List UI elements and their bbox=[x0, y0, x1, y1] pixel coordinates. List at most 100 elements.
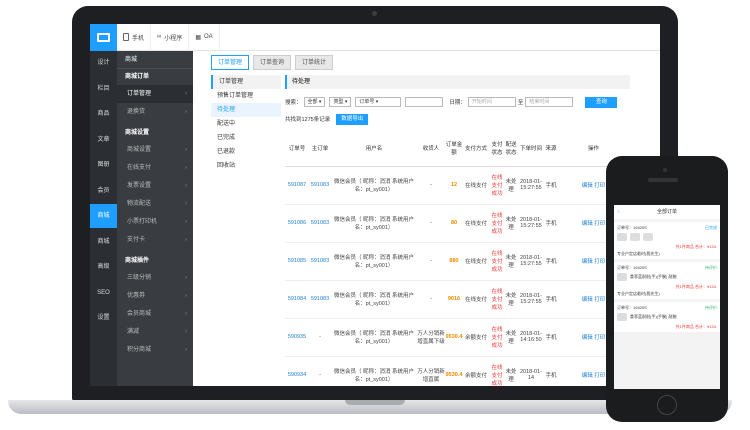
nav-members[interactable]: 会员 bbox=[90, 179, 117, 203]
query-button[interactable]: 查询 bbox=[585, 96, 618, 108]
record-count-row: 共找到1275条记录 数据导出 bbox=[285, 112, 630, 126]
phone-order-card[interactable]: 订单号：19420S 待评价 桑菲蓝耐耐(手)(手腕) 耐腕 共1件商品 合计：¥… bbox=[614, 302, 720, 332]
main-nav: 设计 栏目 商品 文章 图册 会员 商城 商城 高级 SEO 设置 bbox=[90, 51, 117, 386]
cell-pay-status: 在线支付成功 bbox=[489, 242, 505, 281]
topbar-oa[interactable]: ▦ OA bbox=[189, 24, 220, 51]
cell-user: 微信会员（ 昵称：消消 系统用户名：pt_sy001） bbox=[331, 356, 417, 386]
cell-pay: 在线支付 bbox=[463, 204, 489, 243]
nav-column[interactable]: 栏目 bbox=[90, 77, 117, 101]
table-row: 591085 591083 微信会员（ 昵称：消消 系统用户名：pt_sy001… bbox=[285, 242, 630, 281]
card-total: 共1件商品 合计：¥134. bbox=[675, 244, 717, 249]
cell-receiver: 万人分销新增直属下级 bbox=[417, 318, 445, 357]
cell-amount: 9016 bbox=[445, 280, 463, 319]
submenu-pending[interactable]: 待处理 bbox=[211, 103, 281, 117]
cell-receiver: - bbox=[417, 242, 445, 281]
filter-field-select[interactable]: 订单号 ▾ bbox=[355, 97, 402, 107]
menu-item-returns[interactable]: 退换货 bbox=[117, 103, 193, 121]
submenu-completed[interactable]: 已完成 bbox=[211, 131, 281, 145]
link-icon: ∞ bbox=[157, 34, 162, 40]
product-thumb bbox=[617, 313, 627, 321]
nav-mall[interactable]: 商城 bbox=[90, 230, 117, 254]
cell-amount: 9530.4 bbox=[445, 356, 463, 386]
menu-item-distribution[interactable]: 三级分销 bbox=[117, 269, 193, 287]
cell-user: 微信会员（ 昵称：消消 系统用户名：pt_sy001） bbox=[331, 318, 417, 357]
submenu-recycle[interactable]: 回收站 bbox=[211, 159, 281, 173]
order-id-link[interactable]: 590934 bbox=[285, 356, 309, 386]
order-id-link[interactable]: 590935 bbox=[285, 318, 309, 357]
topbar-miniprogram[interactable]: ∞ 小程序 bbox=[151, 24, 190, 51]
cell-time: 2018-01-15:27:55 bbox=[517, 280, 545, 319]
order-id-link[interactable]: 591084 bbox=[285, 280, 309, 319]
col-ship-status: 配送状态 bbox=[505, 130, 517, 167]
submenu-shipping[interactable]: 配送中 bbox=[211, 117, 281, 131]
filter-all-select[interactable]: 全部 ▾ bbox=[303, 97, 326, 107]
tab-order-query[interactable]: 订单查询 bbox=[253, 55, 292, 70]
col-main-order: 主订单 bbox=[309, 130, 331, 167]
phone-home-button[interactable] bbox=[657, 395, 677, 415]
menu-group-plugins: 商城插件 bbox=[125, 258, 150, 264]
menu-item-logistics[interactable]: 物流配送 bbox=[117, 195, 193, 213]
order-id-link[interactable]: 591085 bbox=[285, 242, 309, 281]
main-order-link[interactable]: 591083 bbox=[309, 280, 331, 319]
menu-item-order-manage[interactable]: 订单管理 bbox=[117, 85, 193, 103]
filter-type-select[interactable]: 类型 ▾ bbox=[329, 97, 352, 107]
nav-settings[interactable]: 设置 bbox=[90, 306, 117, 330]
submenu-header: 订单管理 bbox=[211, 75, 281, 89]
cell-time: 2018-01-14:16:50 bbox=[517, 318, 545, 357]
nav-shop[interactable]: 商城 bbox=[90, 204, 117, 228]
cell-user: 微信会员（ 昵称：消消 系统用户名：pt_sy001） bbox=[331, 166, 417, 205]
nav-products[interactable]: 商品 bbox=[90, 102, 117, 126]
cell-source: 手机 bbox=[545, 242, 557, 281]
main-order-link[interactable]: 591083 bbox=[309, 242, 331, 281]
submenu-refunded[interactable]: 已退款 bbox=[211, 145, 281, 159]
monitor-logo-icon[interactable] bbox=[90, 24, 117, 51]
table-row: 590935 - 微信会员（ 昵称：消消 系统用户名：pt_sy001） 万人分… bbox=[285, 318, 630, 357]
submenu-presale[interactable]: 预售订单管理 bbox=[211, 89, 281, 103]
export-button[interactable]: 数据导出 bbox=[336, 113, 369, 125]
end-date-input[interactable]: 结束时间 bbox=[525, 97, 574, 107]
tab-order-manage[interactable]: 订单管理 bbox=[211, 55, 250, 70]
menu-item-discount[interactable]: 满减 bbox=[117, 323, 193, 341]
main-order-link[interactable]: 591083 bbox=[309, 204, 331, 243]
menu-item-shop-settings[interactable]: 商城设置 bbox=[117, 141, 193, 159]
phone-order-card[interactable]: 订单号：19420S 已完成 共1件商品 合计：¥134. 专业户定店临时(我先生… bbox=[614, 222, 720, 259]
nav-articles[interactable]: 文章 bbox=[90, 128, 117, 152]
menu-item-points-mall[interactable]: 积分商城 bbox=[117, 341, 193, 359]
menu-item-invoice[interactable]: 发票设置 bbox=[117, 177, 193, 195]
phone-title: 全部订单 bbox=[656, 209, 677, 215]
menu-item-member-mall[interactable]: 会员商城 bbox=[117, 305, 193, 323]
cell-user: 微信会员（ 昵称：消消 系统用户名：pt_sy001） bbox=[331, 204, 417, 243]
cell-receiver: 万人分销新增直属 bbox=[417, 356, 445, 386]
nav-albums[interactable]: 图册 bbox=[90, 153, 117, 177]
nav-seo[interactable]: SEO bbox=[90, 281, 117, 305]
date-label: 日期： bbox=[449, 100, 466, 106]
phone-title-bar: ‹ 全部订单 bbox=[614, 205, 720, 219]
topbar-mobile[interactable]: 手机 bbox=[117, 24, 152, 51]
menu-item-coupons[interactable]: 优惠券 bbox=[117, 287, 193, 305]
col-pay-status: 支付状态 bbox=[489, 130, 505, 167]
cell-ship: 未处理 bbox=[505, 280, 517, 319]
keyword-input[interactable] bbox=[405, 97, 444, 107]
cell-source: 手机 bbox=[545, 318, 557, 357]
back-icon[interactable]: ‹ bbox=[618, 205, 620, 219]
nav-design[interactable]: 设计 bbox=[90, 51, 117, 75]
menu-item-printer[interactable]: 小票打印机 bbox=[117, 213, 193, 231]
nav-advanced[interactable]: 高级 bbox=[90, 255, 117, 279]
cell-ship: 未处理 bbox=[505, 356, 517, 386]
start-date-input[interactable]: 开始时间 bbox=[467, 97, 516, 107]
menu-item-online-pay[interactable]: 在线支付 bbox=[117, 159, 193, 177]
main-order-cell: - bbox=[309, 318, 331, 357]
cell-pay-status: 在线支付成功 bbox=[489, 204, 505, 243]
order-id-link[interactable]: 591087 bbox=[285, 166, 309, 205]
menu-item-paycard[interactable]: 支付卡 bbox=[117, 231, 193, 249]
laptop-notch bbox=[345, 400, 405, 405]
card-order-no: 订单号：19420S bbox=[617, 305, 647, 310]
cell-ship: 未处理 bbox=[505, 204, 517, 243]
product-thumb bbox=[617, 273, 627, 281]
main-order-link[interactable]: 591083 bbox=[309, 166, 331, 205]
tab-order-stats[interactable]: 订单统计 bbox=[295, 55, 334, 70]
order-id-link[interactable]: 591086 bbox=[285, 204, 309, 243]
phone-order-card[interactable]: 订单号：19420S 待评价 桑菲蓝耐耐(手)(手腕) 耐腕 共1件商品 合计：¥… bbox=[614, 262, 720, 299]
card-total: 共1件商品 合计：¥134. bbox=[675, 324, 717, 329]
table-row: 591084 591083 微信会员（ 昵称：消消 系统用户名：pt_sy001… bbox=[285, 280, 630, 319]
